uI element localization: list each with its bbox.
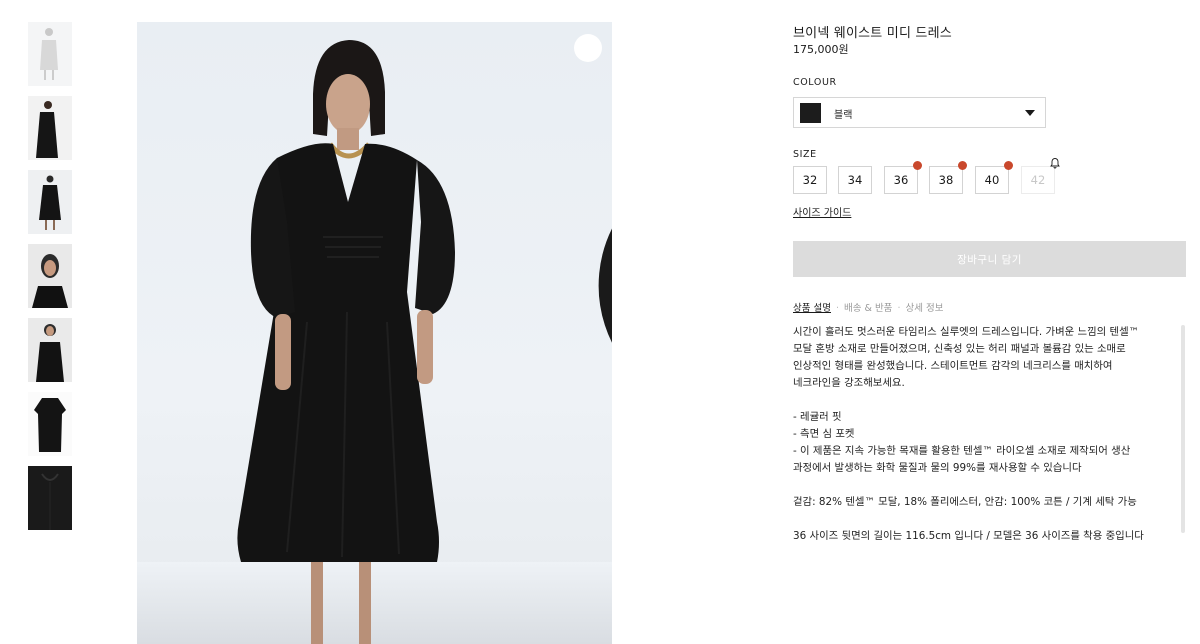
description-line: 모달 혼방 소재로 만들어졌으며, 신축성 있는 허리 패널과 볼륨감 있는 소…: [793, 343, 1126, 355]
colour-swatch: [800, 103, 821, 123]
thumbnail-2[interactable]: [28, 96, 72, 160]
description-line: 네크라인을 강조해보세요.: [793, 377, 905, 389]
low-stock-indicator: [958, 161, 967, 170]
size-option-label: 34: [847, 173, 863, 187]
product-title: 브이넥 웨이스트 미디 드레스: [793, 26, 952, 41]
thumbnail-6[interactable]: [28, 392, 72, 456]
description-line: 겉감: 82% 텐셀™ 모달, 18% 폴리에스터, 안감: 100% 코튼 /…: [793, 496, 1137, 508]
model-photo: [137, 40, 612, 644]
add-to-cart-button[interactable]: 장바구니 담기: [793, 241, 1186, 277]
description-line: - 레귤러 핏: [793, 411, 842, 423]
size-option-40[interactable]: 40: [975, 161, 1013, 194]
size-option-42[interactable]: 42: [1021, 158, 1060, 194]
tab-details[interactable]: 상세 정보: [905, 303, 943, 314]
description-line: 과정에서 발생하는 화학 물질과 물의 99%를 재사용할 수 있습니다: [793, 462, 1082, 474]
size-option-38[interactable]: 38: [929, 161, 967, 194]
description-line: 시간이 흘러도 멋스러운 타임리스 실루엣의 드레스입니다. 가벼운 느낌의 텐…: [793, 326, 1140, 338]
thumbnail-3[interactable]: [28, 170, 72, 234]
thumbnail-4[interactable]: [28, 244, 72, 308]
size-option-label: 42: [1030, 173, 1046, 187]
size-option-label: 32: [802, 173, 818, 187]
tab-description[interactable]: 상품 설명: [793, 303, 831, 314]
colour-selected-value: 블랙: [834, 110, 853, 121]
thumbnail-5[interactable]: [28, 318, 72, 382]
size-option-34[interactable]: 34: [838, 166, 872, 194]
chevron-down-icon: [1025, 110, 1035, 116]
size-option-label: 36: [893, 173, 909, 187]
product-image: [137, 22, 612, 644]
description-line: - 측면 심 포켓: [793, 428, 855, 440]
tab-separator: ·: [835, 303, 840, 314]
size-option-label: 38: [938, 173, 954, 187]
product-description: 시간이 흘러도 멋스러운 타임리스 실루엣의 드레스입니다. 가벼운 느낌의 텐…: [793, 324, 1175, 545]
tab-delivery-returns[interactable]: 배송 & 반품: [844, 303, 892, 314]
description-line: 인상적인 형태를 완성했습니다. 스테이트먼트 감각의 네크리스를 매치하여: [793, 360, 1113, 372]
product-price: 175,000원: [793, 43, 849, 56]
wishlist-button[interactable]: [574, 34, 612, 343]
size-option-label: 40: [984, 173, 1000, 187]
bell-icon[interactable]: [1049, 157, 1061, 169]
size-option-32[interactable]: 32: [793, 166, 827, 194]
thumbnail-7[interactable]: [28, 466, 72, 530]
description-scrollbar[interactable]: [1181, 325, 1185, 533]
low-stock-indicator: [1004, 161, 1013, 170]
thumbnail-1[interactable]: [28, 22, 72, 86]
low-stock-indicator: [913, 161, 922, 170]
info-tabs: 상품 설명 · 배송 & 반품 · 상세 정보: [793, 300, 943, 314]
tab-separator: ·: [897, 303, 901, 314]
size-label: SIZE: [793, 149, 817, 160]
colour-select[interactable]: 블랙: [793, 97, 1046, 128]
description-line: - 이 제품은 지속 가능한 목재를 활용한 텐셀™ 라이오셀 소재로 제작되어…: [793, 445, 1131, 457]
size-guide-link[interactable]: 사이즈 가이드: [793, 204, 851, 219]
heart-icon: [598, 228, 612, 343]
colour-label: COLOUR: [793, 77, 837, 88]
description-line: 36 사이즈 뒷면의 길이는 116.5cm 입니다 / 모델은 36 사이즈를…: [793, 530, 1144, 542]
size-option-36[interactable]: 36: [884, 161, 922, 194]
